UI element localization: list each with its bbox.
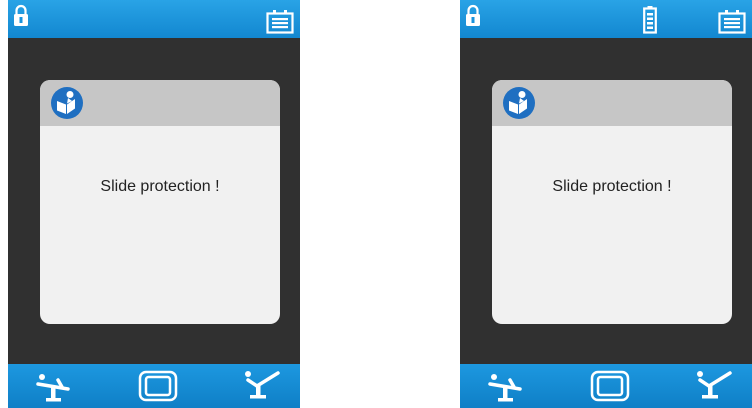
dialog-header — [40, 80, 280, 126]
device-screen-right: Slide protection ! — [460, 0, 752, 408]
bottom-toolbar — [8, 364, 300, 408]
read-manual-icon — [503, 87, 535, 119]
lock-icon[interactable] — [464, 4, 482, 28]
chair-upright-position-icon[interactable] — [242, 368, 282, 402]
message-dialog: Slide protection ! — [40, 80, 280, 324]
bottom-toolbar — [460, 364, 752, 408]
chair-upright-position-icon[interactable] — [694, 368, 734, 402]
device-screen-left: Slide protection ! — [8, 0, 300, 408]
message-dialog: Slide protection ! — [492, 80, 732, 324]
top-status-bar — [8, 0, 300, 38]
dialog-message: Slide protection ! — [552, 178, 672, 195]
lock-icon[interactable] — [12, 4, 30, 28]
screen-display-icon[interactable] — [138, 370, 178, 402]
dialog-message: Slide protection ! — [100, 178, 220, 195]
read-manual-icon — [51, 87, 83, 119]
top-status-bar — [460, 0, 752, 38]
chair-flat-position-icon[interactable] — [486, 372, 526, 404]
keyboard-icon[interactable] — [266, 10, 294, 34]
keyboard-icon[interactable] — [718, 10, 746, 34]
battery-icon — [643, 6, 657, 34]
chair-flat-position-icon[interactable] — [34, 372, 74, 404]
dialog-header — [492, 80, 732, 126]
screen-display-icon[interactable] — [590, 370, 630, 402]
